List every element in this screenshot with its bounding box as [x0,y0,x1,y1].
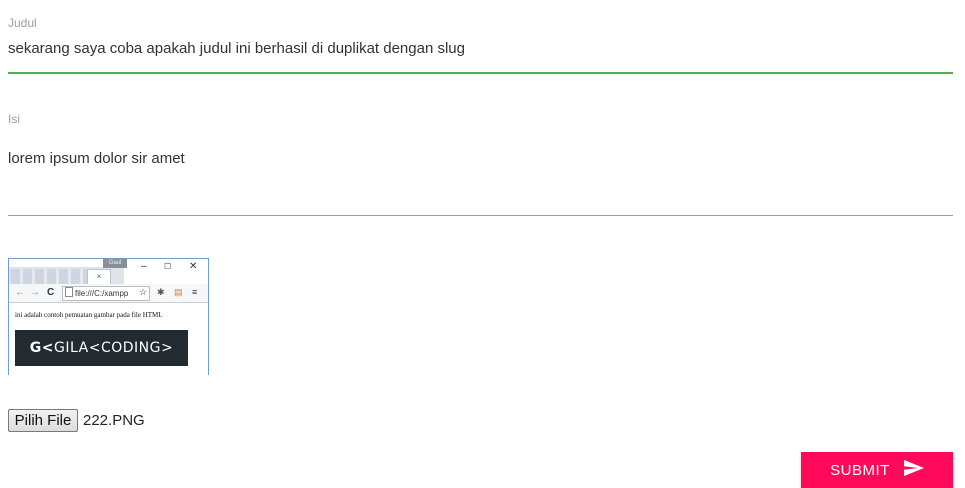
choose-file-button[interactable]: Pilih File [8,409,78,432]
isi-label: Isi [8,112,20,126]
preview-address-bar: file:///C:/xampp [62,286,150,301]
maximize-icon: ☐ [164,262,172,271]
send-icon [903,460,924,480]
judul-label: Judul [8,16,37,30]
submit-button[interactable]: SUBMIT [801,452,953,488]
forward-arrow-icon: → [30,287,40,298]
preview-active-tab: × [87,269,111,285]
close-icon: ✕ [189,261,198,272]
preview-body-text: ini adalah contoh pemuatan gambar pada f… [15,311,163,319]
isi-textarea[interactable]: lorem ipsum dolor sir amet [8,150,185,167]
submit-label: SUBMIT [830,461,890,479]
judul-underline [8,72,953,74]
reload-icon: C [47,287,55,298]
bookmark-icon: ▤ [174,287,183,297]
menu-icon: ≡ [192,287,198,297]
back-arrow-icon: ← [15,287,25,298]
isi-underline [8,215,953,216]
preview-address-text: file:///C:/xampp [75,289,129,298]
preview-toolbar: ← → C file:///C:/xampp ☆ ✱ ▤ ≡ [9,284,208,303]
selected-file-name: 222.PNG [83,412,145,429]
preview-tab-strip [11,269,91,284]
gilacoding-logo: G<GILA<CODING> [15,330,188,366]
star-icon: ☆ [139,287,148,297]
minimize-icon: – [141,261,147,272]
image-preview: × Gaul – ☐ ✕ ← → C file:///C:/xampp ☆ ✱ … [8,258,209,375]
logo-text: GILA<CODING> [54,340,174,356]
preview-badge: Gaul [103,259,127,268]
judul-input[interactable]: sekarang saya coba apakah judul ini berh… [8,40,465,57]
page-icon [65,287,73,297]
extension-icon: ✱ [157,287,165,297]
logo-mark-icon: G< [29,340,55,356]
